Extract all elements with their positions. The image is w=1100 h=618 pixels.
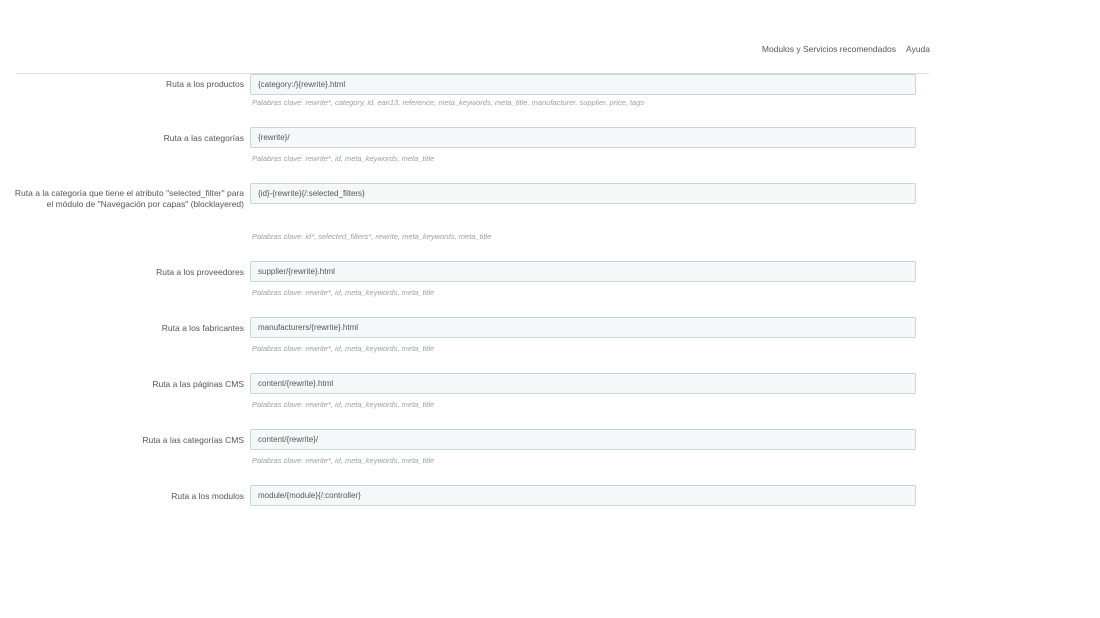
route-help-categories: Palabras clave: rewrite*, id, meta_keywo… [252, 154, 435, 163]
route-input-manufacturers[interactable] [250, 317, 916, 338]
route-help-suppliers: Palabras clave: rewrite*, id, meta_keywo… [252, 288, 435, 297]
route-label-manufacturers: Ruta a los fabricantes [161, 323, 244, 333]
route-help-products: Palabras clave: rewrite*, category, id, … [252, 98, 645, 107]
route-help-cms-categories: Palabras clave: rewrite*, id, meta_keywo… [252, 456, 435, 465]
route-label-cms-pages: Ruta a las páginas CMS [152, 379, 244, 389]
route-help-manufacturers: Palabras clave: rewrite*, id, meta_keywo… [252, 344, 435, 353]
route-label-products: Ruta a los productos [166, 79, 244, 89]
seo-urls-page: Modulos y Servicios recomendados Ayuda R… [0, 0, 1100, 618]
route-label-modules: Ruta a los modulos [171, 491, 244, 501]
route-input-suppliers[interactable] [250, 261, 916, 282]
route-label-categories: Ruta a las categorías [163, 133, 244, 143]
route-input-cms-pages[interactable] [250, 373, 916, 394]
route-label-cms-categories: Ruta a las categorías CMS [142, 435, 244, 445]
header-toolbar: Modulos y Servicios recomendados Ayuda [762, 44, 930, 54]
route-input-products[interactable] [250, 74, 916, 95]
route-help-cms-pages: Palabras clave: rewrite*, id, meta_keywo… [252, 400, 435, 409]
route-input-cms-categories[interactable] [250, 429, 916, 450]
help-link[interactable]: Ayuda [906, 44, 930, 54]
route-input-categories[interactable] [250, 127, 916, 148]
route-label-layered-category: Ruta a la categoría que tiene el atribut… [14, 188, 244, 209]
recommended-modules-link[interactable]: Modulos y Servicios recomendados [762, 44, 896, 54]
route-label-suppliers: Ruta a los proveedores [156, 267, 244, 277]
route-help-layered-category: Palabras clave: id*, selected_filters*, … [252, 232, 492, 241]
route-input-layered-category[interactable] [250, 183, 916, 204]
route-input-modules[interactable] [250, 485, 916, 506]
